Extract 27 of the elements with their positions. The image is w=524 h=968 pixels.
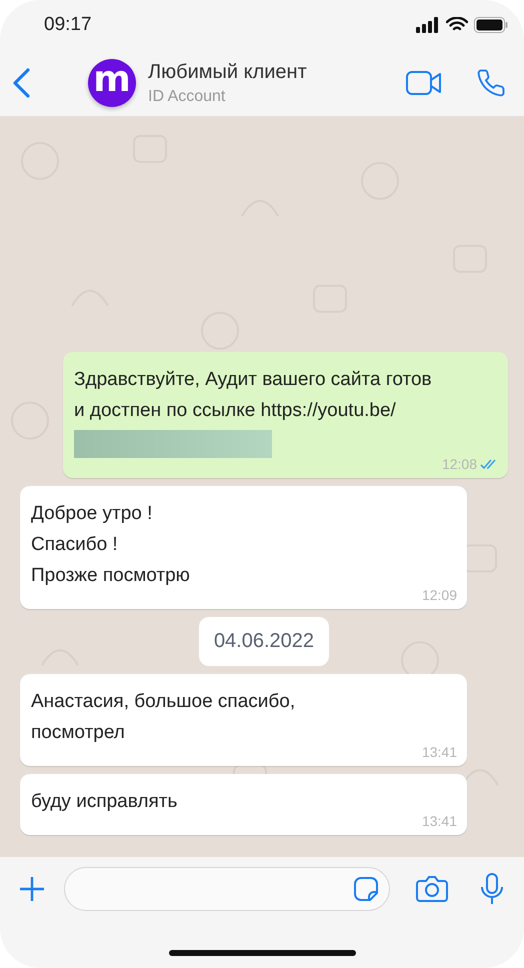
contact-name: Любимый клиент [148,60,308,84]
message-time: 13:41 [422,813,457,829]
message-text: буду исправлять [31,790,178,814]
camera-button[interactable] [416,875,448,903]
date-label: 04.06.2022 [198,617,330,666]
message-time: 12:09 [422,587,457,603]
message-text: Здравствуйте, Аудит вашего сайта готов [74,368,433,392]
message-text: Прозже посмотрю [31,564,191,588]
message-time: 13:41 [422,744,457,760]
message-text: и достпен по ссылке https://youtu.be/ [74,399,397,423]
contact-avatar[interactable]: m [88,59,136,107]
message-text: посмотрел [31,721,126,745]
status-time: 09:17 [44,14,92,36]
phone-call-button[interactable] [476,68,506,98]
battery-icon [474,17,508,33]
message-text: Анастасия, большое спасибо, [31,690,296,714]
video-call-button[interactable] [406,71,442,95]
message-time: 12:08 [442,456,477,472]
microphone-button[interactable] [480,873,504,905]
wifi-icon [446,17,468,33]
sticker-icon[interactable] [353,876,379,902]
message-input-field[interactable] [64,867,390,911]
message-text: Спасибо ! [31,533,119,557]
signal-icon [416,17,440,33]
add-button[interactable] [18,875,46,903]
message-text: Доброе утро ! [31,502,154,526]
contact-subtitle: ID Account [148,88,226,106]
